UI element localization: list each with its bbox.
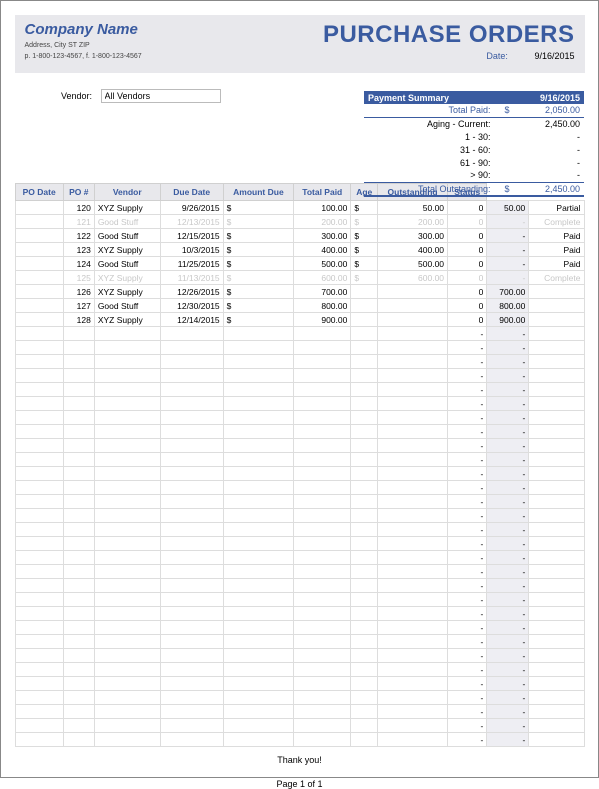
table-row: -- bbox=[15, 509, 584, 523]
table-row: 121Good Stuff12/13/2015$200.00$200.000-C… bbox=[15, 215, 584, 229]
table-row: -- bbox=[15, 635, 584, 649]
header-band: Company Name Address, City ST ZIP p. 1-8… bbox=[15, 15, 585, 73]
table-row: -- bbox=[15, 719, 584, 733]
col-header: Due Date bbox=[160, 184, 223, 201]
table-row: 127Good Stuff12/30/2015$800.000800.00 bbox=[15, 299, 584, 313]
total-paid-cur: $ bbox=[495, 104, 514, 117]
table-row: -- bbox=[15, 677, 584, 691]
summary-row-label: 31 - 60: bbox=[364, 143, 495, 156]
table-row: -- bbox=[15, 397, 584, 411]
company-block: Company Name Address, City ST ZIP p. 1-8… bbox=[25, 21, 142, 67]
table-row: 122Good Stuff12/15/2015$300.00$300.000-P… bbox=[15, 229, 584, 243]
outstanding-value: 2,450.00 bbox=[514, 182, 584, 196]
footer-thanks: Thank you! bbox=[1, 755, 598, 765]
company-name: Company Name bbox=[25, 21, 142, 38]
summary-row-label: > 90: bbox=[364, 169, 495, 182]
col-header: Amount Due bbox=[223, 184, 294, 201]
summary-row-value: - bbox=[514, 169, 584, 182]
summary-date: 9/16/2015 bbox=[514, 91, 584, 104]
table-row: 124Good Stuff11/25/2015$500.00$500.000-P… bbox=[15, 257, 584, 271]
summary-row-label: Aging - Current: bbox=[364, 117, 495, 130]
table-row: 120XYZ Supply9/26/2015$100.00$50.00050.0… bbox=[15, 201, 584, 215]
date-label: Date: bbox=[486, 51, 508, 61]
table-row: 125XYZ Supply11/13/2015$600.00$600.000-C… bbox=[15, 271, 584, 285]
col-header: PO # bbox=[63, 184, 94, 201]
company-address: Address, City ST ZIP bbox=[25, 41, 142, 52]
page-title: PURCHASE ORDERS bbox=[323, 21, 575, 49]
outstanding-label: Total Outstanding: bbox=[364, 182, 495, 196]
summary-row-value: - bbox=[514, 143, 584, 156]
outstanding-cur: $ bbox=[495, 182, 514, 196]
total-paid-value: 2,050.00 bbox=[514, 104, 584, 117]
table-row: -- bbox=[15, 327, 584, 341]
table-row: -- bbox=[15, 411, 584, 425]
table-row: -- bbox=[15, 453, 584, 467]
company-phone: p. 1-800-123-4567, f. 1-800-123-4567 bbox=[25, 52, 142, 63]
table-row: -- bbox=[15, 579, 584, 593]
table-row: 126XYZ Supply12/26/2015$700.000700.00 bbox=[15, 285, 584, 299]
total-paid-label: Total Paid: bbox=[364, 104, 495, 117]
summary-row-value: - bbox=[514, 156, 584, 169]
summary-row-label: 61 - 90: bbox=[364, 156, 495, 169]
table-row: -- bbox=[15, 733, 584, 747]
purchase-orders-table: PO DatePO #VendorDue DateAmount DueTotal… bbox=[15, 183, 585, 747]
table-row: -- bbox=[15, 551, 584, 565]
summary-title: Payment Summary bbox=[364, 91, 495, 104]
table-row: -- bbox=[15, 565, 584, 579]
summary-row-label: 1 - 30: bbox=[364, 130, 495, 143]
table-row: -- bbox=[15, 383, 584, 397]
table-row: -- bbox=[15, 425, 584, 439]
col-header: Vendor bbox=[94, 184, 160, 201]
table-row: -- bbox=[15, 593, 584, 607]
table-row: -- bbox=[15, 369, 584, 383]
table-row: -- bbox=[15, 621, 584, 635]
table-row: -- bbox=[15, 663, 584, 677]
col-header: PO Date bbox=[15, 184, 63, 201]
vendor-input[interactable] bbox=[101, 89, 221, 103]
payment-summary: Payment Summary9/16/2015 Total Paid:$2,0… bbox=[364, 91, 584, 197]
table-row: -- bbox=[15, 705, 584, 719]
table-row: -- bbox=[15, 607, 584, 621]
table-row: 128XYZ Supply12/14/2015$900.000900.00 bbox=[15, 313, 584, 327]
table-row: -- bbox=[15, 537, 584, 551]
header-date: Date: 9/16/2015 bbox=[323, 51, 575, 61]
table-row: -- bbox=[15, 691, 584, 705]
date-value: 9/16/2015 bbox=[534, 51, 574, 61]
table-row: -- bbox=[15, 649, 584, 663]
table-row: -- bbox=[15, 355, 584, 369]
table-row: -- bbox=[15, 439, 584, 453]
table-row: -- bbox=[15, 523, 584, 537]
table-row: -- bbox=[15, 481, 584, 495]
table-row: -- bbox=[15, 467, 584, 481]
table-row: -- bbox=[15, 495, 584, 509]
summary-row-value: 2,450.00 bbox=[514, 117, 584, 130]
table-row: -- bbox=[15, 341, 584, 355]
col-header: Total Paid bbox=[294, 184, 351, 201]
vendor-label: Vendor: bbox=[61, 91, 92, 101]
title-block: PURCHASE ORDERS Date: 9/16/2015 bbox=[323, 21, 575, 67]
summary-row-value: - bbox=[514, 130, 584, 143]
table-row: 123XYZ Supply10/3/2015$400.00$400.000-Pa… bbox=[15, 243, 584, 257]
footer-page: Page 1 of 1 bbox=[1, 779, 598, 789]
